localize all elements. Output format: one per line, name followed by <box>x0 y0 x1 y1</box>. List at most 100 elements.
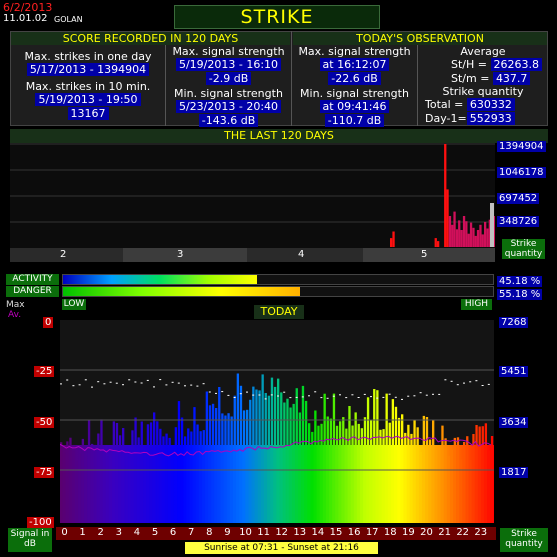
last120-ytick: 348726 <box>497 216 540 227</box>
signal-bar <box>360 428 364 523</box>
max-dot <box>487 383 490 385</box>
max-dot <box>376 397 379 399</box>
signal-bar <box>311 431 314 523</box>
score-max-day: Max. strikes in one day 5/17/2013 - 1394… <box>12 50 164 120</box>
signal-bar <box>419 452 422 523</box>
signal-bar <box>78 453 81 523</box>
max-dot <box>153 386 155 388</box>
max-dot <box>109 381 112 383</box>
max-dot <box>370 396 372 398</box>
left-ytick: -25 <box>34 366 55 377</box>
day-bar <box>458 220 461 247</box>
max-dot <box>115 382 118 384</box>
divider <box>291 31 292 126</box>
day-bar <box>465 221 468 247</box>
signal-bar <box>118 435 122 523</box>
today-min-signal-value: -110.7 dB <box>324 114 385 127</box>
right-ytick: 1817 <box>499 467 529 478</box>
signal-bar <box>295 388 298 523</box>
signal-bar <box>239 385 243 523</box>
day-bar <box>434 238 437 247</box>
signal-bar <box>81 438 85 523</box>
max-dot <box>444 379 447 381</box>
max-dot <box>314 391 317 393</box>
signal-bar <box>487 450 491 523</box>
signal-bar <box>109 447 112 523</box>
hour-label: 12 <box>275 527 289 538</box>
max-dot <box>277 395 279 397</box>
left-ytick: -75 <box>34 467 55 478</box>
divider <box>417 45 418 126</box>
max-dot <box>469 381 472 383</box>
hour-label: 3 <box>115 527 122 538</box>
max-dot <box>438 393 441 395</box>
signal-bar <box>320 423 323 523</box>
max-dot <box>394 396 397 398</box>
max-dot <box>128 379 131 381</box>
day-bar <box>451 224 454 247</box>
hour-label: 15 <box>329 527 343 538</box>
signal-bar <box>224 415 227 523</box>
max-strikes-day-label: Max. strikes in one day <box>24 50 152 63</box>
signal-bar <box>246 409 249 523</box>
signal-bar <box>97 433 100 523</box>
max-dot <box>351 394 354 396</box>
last120-yaxis-label: Strike quantity <box>502 239 545 259</box>
min-signal-date: 5/23/2013 - 20:40 <box>175 100 282 113</box>
max-strikes-10min-value: 13167 <box>67 107 109 120</box>
signal-bar <box>428 439 432 523</box>
hour-axis: 0 1 2 3 4 5 6 7 8 9 10 11 12 13 14 15 16 17 18 19 20 21 22 23 <box>56 527 496 540</box>
max-dot <box>339 394 341 396</box>
signal-bar <box>339 421 342 523</box>
signal-bar <box>202 430 205 523</box>
signal-bar <box>484 423 488 523</box>
signal-bar <box>267 395 271 523</box>
right-ytick: 5451 <box>499 366 529 377</box>
signal-bar <box>475 425 478 523</box>
left-axis-label: Signal in dB <box>8 528 52 552</box>
signal-bar <box>432 420 435 523</box>
left-ytick: -50 <box>34 417 55 428</box>
signal-bar <box>301 385 305 523</box>
signal-bar <box>459 459 463 523</box>
signal-bar <box>366 397 370 523</box>
signal-bar <box>407 424 410 523</box>
signal-bar <box>481 426 484 523</box>
max-dot <box>283 391 286 393</box>
max-dot <box>419 392 422 394</box>
max-dot <box>140 382 143 384</box>
sth-value: 26263.8 <box>490 58 542 71</box>
signal-bar <box>286 398 289 523</box>
signal-bar <box>153 412 156 523</box>
hour-label: 10 <box>239 527 252 538</box>
signal-bar <box>165 433 168 523</box>
signal-bar <box>348 406 351 523</box>
max-dot <box>401 398 403 400</box>
max-dot <box>190 384 193 386</box>
day-bar <box>467 233 470 247</box>
divider <box>165 45 166 126</box>
signal-bar <box>103 452 106 523</box>
max-dot <box>146 379 149 381</box>
danger-value: 55.18 % <box>497 289 543 300</box>
signal-bar <box>187 428 190 523</box>
max-dot <box>202 383 205 385</box>
signal-bar <box>100 419 103 523</box>
signal-bar <box>351 425 354 523</box>
danger-bar-fill <box>63 287 301 296</box>
max-dot <box>66 379 69 381</box>
signal-bar <box>115 423 119 523</box>
day-bar <box>481 234 484 247</box>
right-ytick: 7268 <box>499 317 529 328</box>
signal-bar <box>376 390 379 523</box>
max-dot <box>72 385 75 387</box>
today-chart-title: TODAY <box>254 305 304 319</box>
max-dot <box>122 384 124 386</box>
signal-bar <box>218 387 221 523</box>
hour-label: 22 <box>456 527 470 538</box>
max-dot <box>60 383 62 385</box>
max-dot <box>196 385 199 387</box>
day-bar <box>490 203 494 247</box>
max-dot <box>301 396 304 398</box>
signal-bar <box>314 410 317 523</box>
